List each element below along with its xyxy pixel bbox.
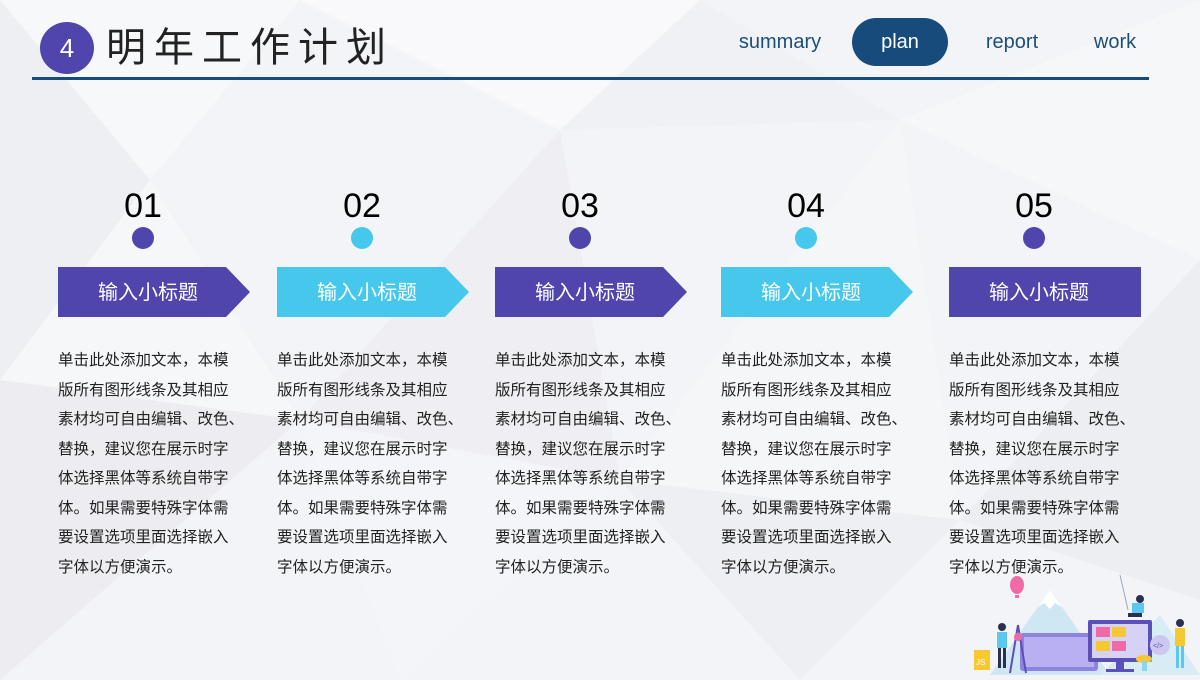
page-title: 明年工作计划 (106, 25, 394, 71)
header: 4 明年工作计划 summary plan report work (0, 0, 1200, 90)
step-number: 04 (787, 187, 825, 225)
step-number: 05 (1015, 187, 1053, 225)
step-dot (795, 227, 817, 249)
code-gear-icon: </> (1150, 635, 1170, 655)
nav-summary[interactable]: summary (730, 18, 830, 66)
step-body-text: 单击此处添加文本，本模 版所有图形线条及其相应 素材均可自由编辑、改色、 替换，… (721, 351, 908, 576)
section-number-badge: 4 (40, 22, 94, 74)
js-file-icon: JS (974, 650, 990, 670)
keyboard-icon (1020, 633, 1098, 671)
step-body-text: 单击此处添加文本，本模 版所有图形线条及其相应 素材均可自由编辑、改色、 替换，… (58, 351, 245, 576)
step-number: 02 (343, 187, 381, 225)
step-body-text: 单击此处添加文本，本模 版所有图形线条及其相应 素材均可自由编辑、改色、 替换，… (949, 351, 1136, 576)
step-dot (132, 227, 154, 249)
step-dot (351, 227, 373, 249)
svg-text:</>: </> (1153, 643, 1163, 650)
nav-report[interactable]: report (972, 18, 1052, 66)
nav-work[interactable]: work (1080, 18, 1150, 66)
step-subtitle-bar[interactable]: 输入小标题 (949, 267, 1141, 317)
step-subtitle-bar[interactable]: 输入小标题 (721, 267, 913, 317)
svg-text:JS: JS (976, 658, 985, 667)
step-dot (569, 227, 591, 249)
header-divider (32, 77, 1149, 80)
developer-illustration: JS </> (974, 574, 1200, 675)
step-subtitle-bar[interactable]: 输入小标题 (495, 267, 687, 317)
step-subtitle-bar[interactable]: 输入小标题 (277, 267, 469, 317)
step-number: 03 (561, 187, 599, 225)
step-subtitle-bar[interactable]: 输入小标题 (58, 267, 250, 317)
step-body-text: 单击此处添加文本，本模 版所有图形线条及其相应 素材均可自由编辑、改色、 替换，… (495, 351, 682, 576)
nav-plan[interactable]: plan (852, 18, 948, 66)
step-dot (1023, 227, 1045, 249)
step-body-text: 单击此处添加文本，本模 版所有图形线条及其相应 素材均可自由编辑、改色、 替换，… (277, 351, 464, 576)
step-number: 01 (124, 187, 162, 225)
